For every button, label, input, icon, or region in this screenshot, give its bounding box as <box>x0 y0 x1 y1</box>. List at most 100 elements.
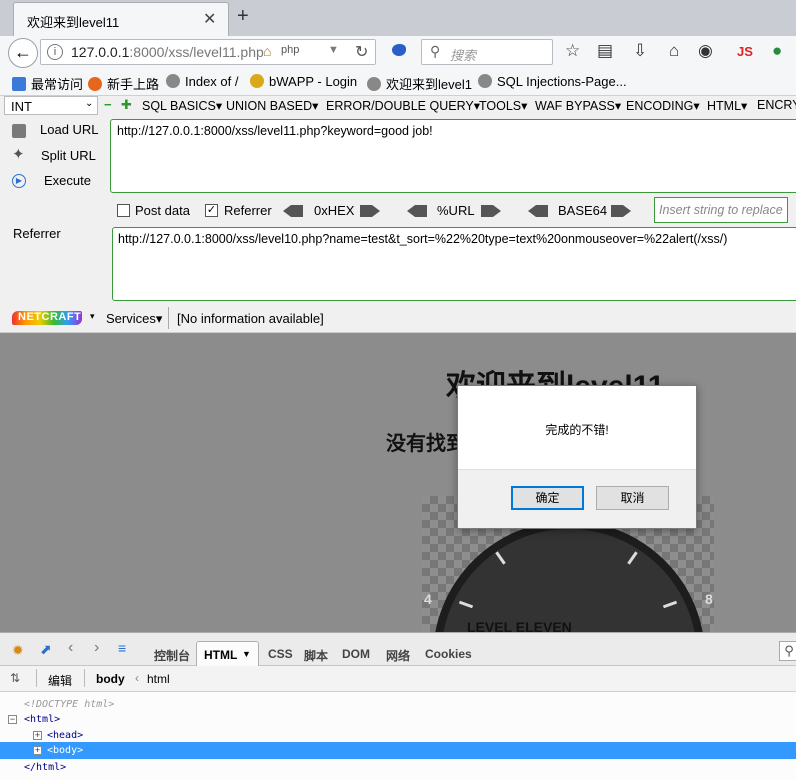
close-tab-icon[interactable]: ✕ <box>203 9 216 29</box>
tab-cookies[interactable]: Cookies <box>425 647 472 661</box>
url-decode-arrow-icon[interactable] <box>407 205 427 217</box>
search-icon[interactable]: ⚲ <box>779 641 796 661</box>
alert-dialog: 完成的不错! 确定 取消 <box>457 385 697 529</box>
bookmark-item[interactable]: SQL Injections-Page... <box>478 74 627 89</box>
bookmark-icon <box>12 77 26 91</box>
breadcrumb: ⇅ 编辑 body ‹ html <box>0 666 796 692</box>
post-data-checkbox[interactable] <box>117 204 130 217</box>
home-small-icon[interactable]: ⌂ <box>263 43 271 59</box>
reload-icon[interactable]: ↻ <box>355 42 368 62</box>
int-select[interactable]: INT ⌄ <box>4 96 98 115</box>
menu-error-double-query[interactable]: ERROR/DOUBLE QUERY▾ <box>326 98 480 113</box>
body-node[interactable]: <body> <box>47 745 83 756</box>
info-icon[interactable]: i <box>47 44 63 60</box>
tab-html[interactable]: HTML ▼ <box>196 641 259 667</box>
back-arrow-icon[interactable]: ← <box>8 38 38 68</box>
bird-extension-icon[interactable] <box>392 44 406 56</box>
chevron-down-icon[interactable]: ▾ <box>90 311 95 322</box>
tab-dom[interactable]: DOM <box>342 647 370 661</box>
url-encode-label: %URL <box>437 203 475 218</box>
breadcrumb-html[interactable]: html <box>147 672 170 686</box>
search-input[interactable]: ⚲ 搜索 <box>421 39 553 65</box>
reading-list-icon[interactable]: ▤ <box>597 41 613 61</box>
expand-icon[interactable]: + <box>33 746 42 755</box>
url-textarea[interactable]: http://127.0.0.1:8000/xss/level11.php?ke… <box>110 119 796 193</box>
hex-label: 0xHEX <box>314 203 355 218</box>
menu-encryption[interactable]: ENCRY <box>757 98 796 112</box>
firebug-icon[interactable]: ✹ <box>12 642 24 659</box>
bookmark-item[interactable]: 新手上路 <box>88 74 159 93</box>
referrer-checkbox[interactable]: ✓ <box>205 204 218 217</box>
home-icon[interactable]: ⌂ <box>669 41 679 61</box>
break-icon[interactable]: ⇅ <box>10 671 20 685</box>
menu-sql-basics[interactable]: SQL BASICS▾ <box>142 98 222 113</box>
bookmark-item[interactable]: 最常访问 <box>12 74 83 93</box>
minus-icon[interactable]: − <box>104 97 112 112</box>
tab-css[interactable]: CSS <box>268 647 293 661</box>
load-url-icon <box>12 124 26 138</box>
forward-icon[interactable]: › <box>94 639 99 657</box>
gauge-label: LEVEL ELEVEN <box>467 619 572 632</box>
url-bar[interactable]: i 127.0.0.1:8000/xss/level11.php ⌂ php ▼… <box>40 39 376 65</box>
bookmarks-bar: 最常访问 新手上路 Index of / bWAPP - Login 欢迎来到l… <box>0 68 796 96</box>
chevron-down-icon[interactable]: ▼ <box>328 44 339 56</box>
star-icon[interactable]: ☆ <box>565 41 580 61</box>
nav-bar: ← i 127.0.0.1:8000/xss/level11.php ⌂ php… <box>0 36 796 68</box>
tab-console[interactable]: 控制台 <box>154 647 190 664</box>
base64-encode-arrow-icon[interactable] <box>611 205 631 217</box>
load-url-button[interactable]: Load URL <box>40 122 99 137</box>
command-line-icon[interactable]: ≡ <box>118 640 126 656</box>
ok-button[interactable]: 确定 <box>511 486 584 510</box>
menu-union-based[interactable]: UNION BASED▾ <box>226 98 318 113</box>
execute-button[interactable]: Execute <box>44 173 91 188</box>
menu-waf-bypass[interactable]: WAF BYPASS▾ <box>535 98 621 113</box>
base64-decode-arrow-icon[interactable] <box>528 205 548 217</box>
menu-tools[interactable]: TOOLS▾ <box>479 98 527 113</box>
url-text[interactable]: 127.0.0.1:8000/xss/level11.php <box>71 44 264 60</box>
plus-icon[interactable]: ✚ <box>121 97 132 113</box>
split-url-button[interactable]: Split URL <box>41 148 96 163</box>
back-icon[interactable]: ‹ <box>68 639 73 657</box>
globe-icon <box>166 74 180 88</box>
referrer-textarea[interactable]: http://127.0.0.1:8000/xss/level10.php?na… <box>112 227 796 301</box>
int-select-value: INT <box>11 99 32 114</box>
addon-icon[interactable]: ◉ <box>698 41 713 61</box>
url-textarea-value: http://127.0.0.1:8000/xss/level11.php?ke… <box>117 124 433 138</box>
breadcrumb-body[interactable]: body <box>96 672 125 686</box>
edit-button[interactable]: 编辑 <box>48 672 72 689</box>
divider <box>168 307 169 329</box>
tab-script[interactable]: 脚本 <box>304 647 328 664</box>
insert-string-input[interactable]: Insert string to replace <box>654 197 788 223</box>
inspect-icon[interactable]: ⬈ <box>40 641 52 658</box>
new-tab-icon[interactable]: + <box>237 5 249 28</box>
selected-row[interactable] <box>0 742 796 759</box>
download-icon[interactable]: ⇩ <box>633 41 647 61</box>
referrer-label: Referrer <box>13 226 61 241</box>
gauge-tick <box>495 551 506 565</box>
collapse-icon[interactable]: − <box>8 715 17 724</box>
html-node[interactable]: <html> <box>24 714 60 725</box>
cancel-button[interactable]: 取消 <box>596 486 669 510</box>
hex-encode-arrow-icon[interactable] <box>360 205 380 217</box>
services-menu[interactable]: Services▾ <box>106 311 162 327</box>
js-icon[interactable]: JS <box>737 44 753 59</box>
divider <box>84 669 85 687</box>
menu-html[interactable]: HTML▾ <box>707 98 747 113</box>
tab-active[interactable]: 欢迎来到level11 ✕ <box>13 2 229 36</box>
expand-icon[interactable]: + <box>33 731 42 740</box>
url-encode-arrow-icon[interactable] <box>481 205 501 217</box>
bookmark-item[interactable]: bWAPP - Login <box>250 74 357 89</box>
hex-decode-arrow-icon[interactable] <box>283 205 303 217</box>
head-node[interactable]: <head> <box>47 730 83 741</box>
tab-network[interactable]: 网络 <box>386 647 410 664</box>
menu-encoding[interactable]: ENCODING▾ <box>626 98 700 113</box>
bookmark-item[interactable]: 欢迎来到level1 <box>367 74 472 93</box>
chevron-down-icon: ⌄ <box>85 98 94 109</box>
gauge-tick <box>458 600 474 609</box>
gauge-number-left: 4 <box>424 591 432 607</box>
devtools-toolbar: ✹ ⬈ ‹ › ≡ 控制台 HTML ▼ CSS 脚本 DOM 网络 Cooki… <box>0 633 796 667</box>
bookmark-item[interactable]: Index of / <box>166 74 238 89</box>
bee-icon <box>250 74 264 88</box>
globe-icon[interactable]: ● <box>772 41 782 61</box>
site-info-text: [No information available] <box>177 311 324 326</box>
